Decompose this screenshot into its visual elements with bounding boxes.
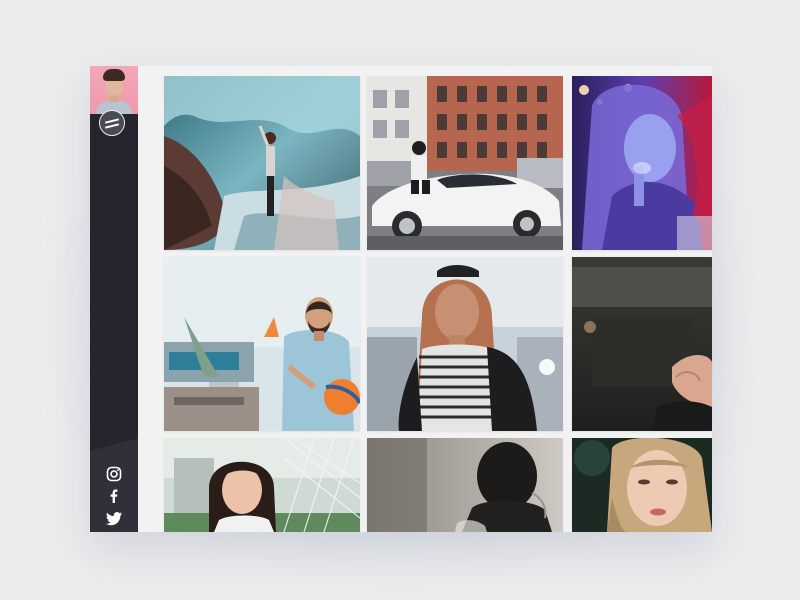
photo-neon-portrait[interactable] (572, 76, 712, 250)
photo-dark-hand-cropped[interactable] (572, 257, 712, 431)
sidebar (90, 66, 138, 532)
gallery-window (90, 66, 712, 532)
instagram-link[interactable] (90, 464, 138, 484)
photo-grid (164, 76, 712, 532)
photo-bearded-man-ball[interactable] (164, 257, 360, 431)
photo-blonde-portrait[interactable] (572, 438, 712, 532)
hamburger-menu-icon-line (105, 123, 119, 129)
photo-child-silhouette[interactable] (367, 438, 563, 532)
instagram-icon (106, 466, 122, 482)
user-avatar[interactable] (90, 66, 138, 114)
menu-toggle-button[interactable] (99, 110, 125, 136)
facebook-link[interactable] (90, 486, 138, 506)
avatar-hair (103, 69, 125, 81)
stage (0, 0, 800, 600)
twitter-icon (106, 512, 122, 526)
photo-girl-with-net[interactable] (164, 438, 360, 532)
photo-cave-hiker[interactable] (164, 76, 360, 250)
twitter-link[interactable] (90, 509, 138, 529)
facebook-icon (110, 489, 118, 503)
photo-striped-shirt-woman[interactable] (367, 257, 563, 431)
photo-street-car[interactable] (367, 76, 563, 250)
